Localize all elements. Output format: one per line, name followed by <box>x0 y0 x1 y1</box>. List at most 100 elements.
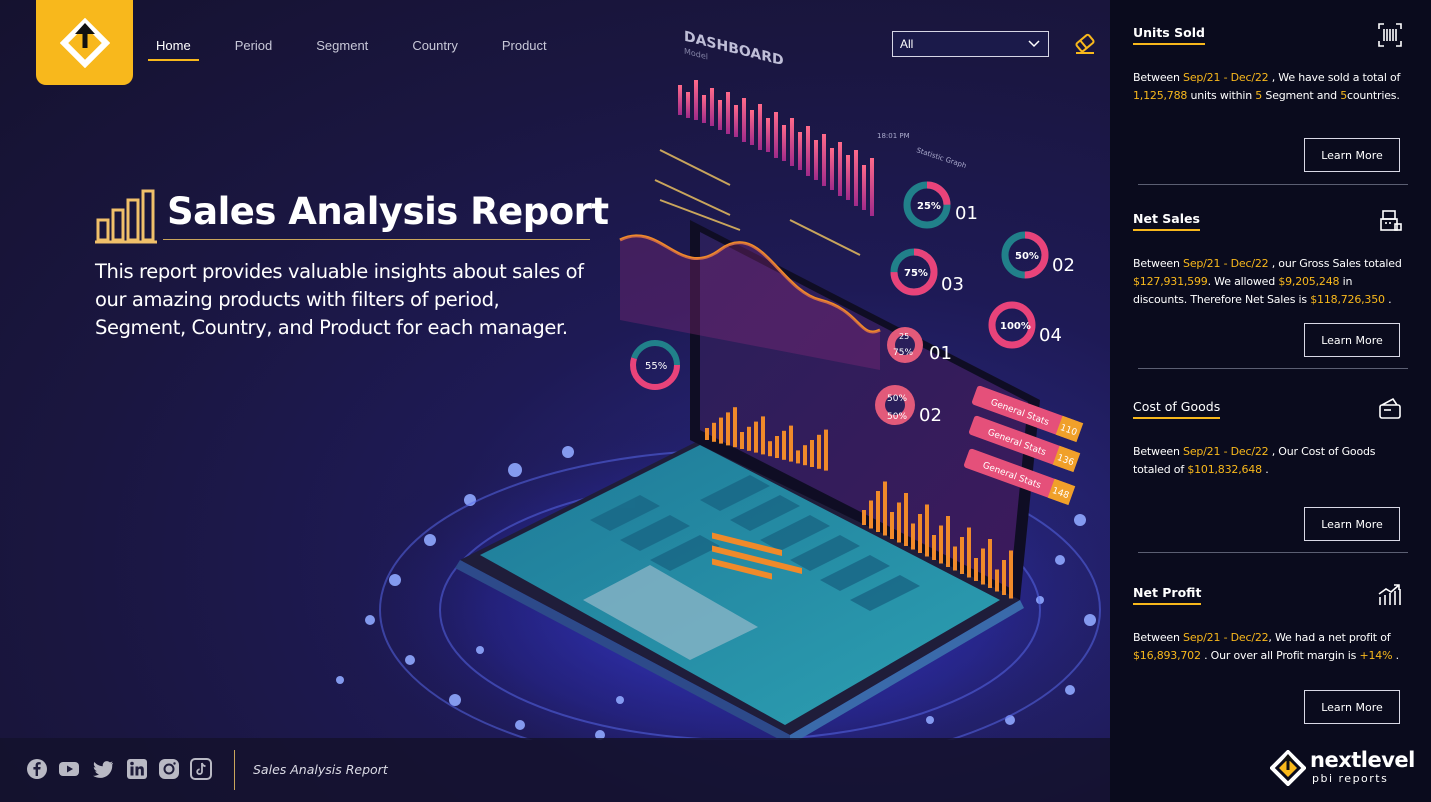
screen-bar <box>904 493 908 546</box>
brand-tagline: pbi reports <box>1312 772 1389 785</box>
laptop-dashboard-illustration: DASHBOARD Model 18:01 PM Statistic Graph <box>320 29 1110 740</box>
net-profit-text: Between Sep/21 - Dec/22, We had a net pr… <box>1133 631 1399 662</box>
barcode-icon <box>1378 23 1402 47</box>
screen-bar <box>796 450 800 464</box>
donut-100: 100% 04 <box>988 301 1062 349</box>
screen-bar <box>775 436 779 458</box>
svg-text:50%: 50% <box>1015 251 1039 262</box>
screen-bar <box>747 426 751 451</box>
screen-bar <box>981 548 985 585</box>
youtube-icon[interactable] <box>58 758 80 780</box>
facebook-icon[interactable] <box>26 758 48 780</box>
cost-of-goods-card: Cost of Goods Between Sep/21 - Dec/22 , … <box>1133 396 1403 479</box>
nav-country[interactable]: Country <box>404 38 466 61</box>
screen-bar <box>995 569 999 592</box>
svg-text:50%: 50% <box>887 412 907 422</box>
svg-text:25%: 25% <box>917 201 941 212</box>
screen-bar <box>974 558 978 581</box>
screen-donut-55: 55% <box>630 340 680 390</box>
linkedin-icon[interactable] <box>126 758 148 780</box>
cost-of-goods-text: Between Sep/21 - Dec/22 , Our Cost of Go… <box>1133 445 1376 476</box>
tiktok-icon[interactable] <box>190 758 212 780</box>
screen-bar <box>876 491 880 532</box>
screen-bar <box>925 504 929 557</box>
screen-bar <box>897 502 901 543</box>
cash-register-icon <box>1380 210 1402 231</box>
twitter-icon[interactable] <box>92 758 114 780</box>
app-logo[interactable] <box>36 0 133 85</box>
growth-chart-icon <box>1378 584 1401 605</box>
screen-bar <box>817 434 821 469</box>
svg-text:18:01 PM: 18:01 PM <box>877 132 910 140</box>
divider <box>1138 552 1408 553</box>
net-profit-learn-more-button[interactable]: Learn More <box>1304 690 1400 724</box>
screen-bar <box>719 417 723 444</box>
card-title: Net Sales <box>1133 211 1200 231</box>
donut-75: 75% 03 <box>890 248 964 296</box>
svg-text:75%: 75% <box>904 268 928 279</box>
svg-text:100%: 100% <box>1000 321 1031 332</box>
filter-dropdown[interactable]: All <box>892 31 1049 57</box>
svg-text:04: 04 <box>1039 325 1062 346</box>
screen-bar <box>824 429 828 471</box>
net-sales-card: Net Sales Between Sep/21 - Dec/22 , our … <box>1133 208 1403 309</box>
background-sliders <box>654 149 861 256</box>
instagram-icon[interactable] <box>158 758 180 780</box>
brand-name: nextlevel <box>1310 748 1415 772</box>
report-description: This report provides valuable insights a… <box>95 260 584 339</box>
units-sold-learn-more-button[interactable]: Learn More <box>1304 138 1400 172</box>
net-profit-card: Net Profit Between Sep/21 - Dec/22, We h… <box>1133 582 1403 665</box>
report-page: DASHBOARD Model 18:01 PM Statistic Graph <box>0 0 1431 802</box>
screen-bar <box>761 416 765 455</box>
screen-bar <box>869 500 873 529</box>
nav-product[interactable]: Product <box>494 38 555 61</box>
screen-bar <box>726 412 730 446</box>
screen-bar <box>810 440 814 467</box>
clear-filters-eraser-icon[interactable] <box>1072 30 1098 56</box>
svg-text:75%: 75% <box>893 348 913 358</box>
screen-bar <box>953 546 957 571</box>
screen-bar <box>789 425 793 462</box>
donut-25: 25% 01 <box>903 181 978 229</box>
screen-bar <box>939 525 943 564</box>
divider <box>1138 368 1408 369</box>
screen-bar <box>967 527 971 578</box>
chevron-down-icon <box>1028 40 1040 48</box>
nextlevel-brand-icon <box>1270 750 1306 786</box>
net-sales-text: Between Sep/21 - Dec/22 , our Gross Sale… <box>1133 257 1402 306</box>
footer-report-title: Sales Analysis Report <box>253 762 388 777</box>
screen-bar <box>946 516 950 567</box>
screen-bar <box>883 481 887 536</box>
filter-value: All <box>900 37 914 51</box>
screen-bar <box>754 421 758 453</box>
screen-bar <box>988 539 992 588</box>
nav-home[interactable]: Home <box>148 38 199 61</box>
card-title: Cost of Goods <box>1133 399 1221 419</box>
svg-text:25: 25 <box>899 332 909 341</box>
wallet-icon <box>1379 397 1401 419</box>
page-title: Sales Analysis Report <box>167 190 609 233</box>
screen-bar <box>932 535 936 560</box>
background-bar-chart <box>678 80 874 216</box>
screen-bar <box>705 428 709 440</box>
screen-bar <box>890 512 894 539</box>
svg-text:01: 01 <box>955 203 978 224</box>
net-sales-learn-more-button[interactable]: Learn More <box>1304 323 1400 357</box>
dashboard-panel: DASHBOARD Model <box>684 29 784 70</box>
screen-bar <box>768 441 772 457</box>
footer-divider <box>234 750 235 790</box>
screen-bar <box>782 430 786 460</box>
screen-bar <box>911 523 915 550</box>
units-sold-card: Units Sold Between Sep/21 - Dec/22 , We … <box>1133 22 1403 105</box>
cost-of-goods-learn-more-button[interactable]: Learn More <box>1304 507 1400 541</box>
nav-period[interactable]: Period <box>227 38 281 61</box>
card-title: Net Profit <box>1133 585 1202 605</box>
svg-text:03: 03 <box>941 274 964 295</box>
screen-bar <box>803 445 807 466</box>
card-title: Units Sold <box>1133 25 1205 45</box>
screen-bar <box>740 432 744 449</box>
svg-text:02: 02 <box>919 405 942 426</box>
nav-segment[interactable]: Segment <box>308 38 376 61</box>
screen-bar <box>712 422 716 442</box>
screen-bar <box>733 407 737 448</box>
